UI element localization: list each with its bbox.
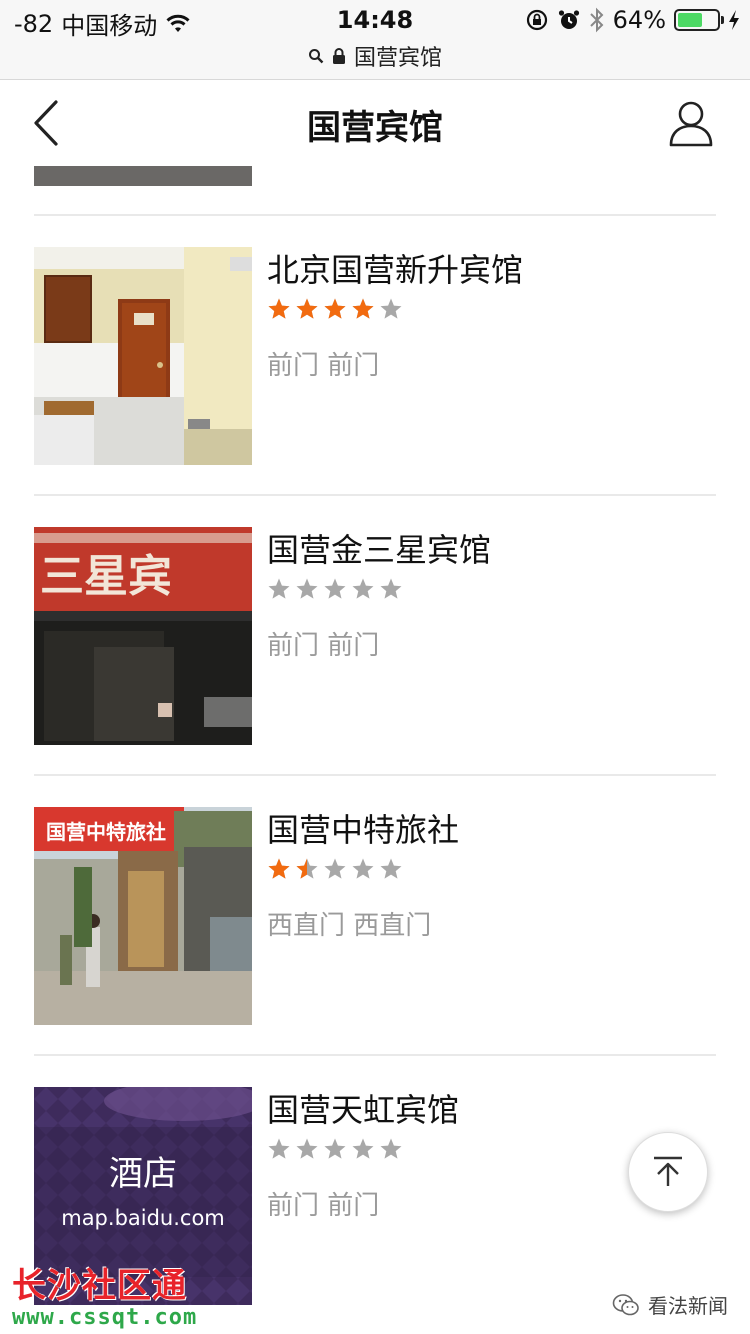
scroll-to-top-button[interactable]: [628, 1132, 708, 1212]
star-icon: [379, 577, 403, 601]
hotel-location: 前门 前门: [267, 1191, 380, 1221]
sign-text: 国营中特旅社: [46, 820, 166, 844]
orientation-lock-icon: [526, 9, 547, 31]
star-icon: [351, 297, 375, 321]
star-icon: [379, 857, 403, 881]
rating-stars: [267, 857, 403, 881]
star-icon: [379, 297, 403, 321]
star-icon: [267, 857, 291, 881]
charging-icon: [729, 10, 739, 30]
star-icon: [323, 1137, 347, 1161]
hotel-name[interactable]: 国营中特旅社: [267, 805, 459, 851]
star-icon: [295, 857, 319, 881]
rating-stars: [267, 577, 403, 601]
url-text: 国营宾馆: [353, 46, 442, 71]
divider: [34, 1054, 716, 1056]
thumb-title: 酒店: [109, 1154, 177, 1194]
star-icon: [267, 577, 291, 601]
alarm-icon: [558, 10, 579, 29]
star-icon: [295, 1137, 319, 1161]
star-icon: [295, 577, 319, 601]
sign-text: 三星宾: [40, 551, 172, 602]
battery-percent: 64%: [612, 6, 666, 34]
hotel-location: 西直门 西直门: [267, 911, 432, 941]
star-icon: [351, 1137, 375, 1161]
page-title: 国营宾馆: [307, 108, 443, 148]
bluetooth-icon: [589, 7, 604, 33]
star-icon: [351, 577, 375, 601]
hotel-thumbnail: [34, 247, 252, 465]
search-icon: [308, 49, 324, 64]
hotel-name[interactable]: 国营天虹宾馆: [267, 1085, 459, 1131]
address-bar[interactable]: 国营宾馆: [0, 40, 750, 72]
hotel-location: 前门 前门: [267, 631, 380, 661]
star-icon: [323, 297, 347, 321]
star-icon: [267, 1137, 291, 1161]
status-right: 64%: [525, 6, 740, 34]
hotel-thumbnail: 三星宾: [34, 527, 252, 745]
lock-icon: [332, 48, 345, 64]
watermark-left: 长沙社区通 www.cssqt.com: [12, 1258, 222, 1330]
rating-stars: [267, 1137, 403, 1161]
star-icon: [295, 297, 319, 321]
user-icon[interactable]: [668, 98, 714, 148]
divider: [34, 774, 716, 776]
watermark-url: www.cssqt.com: [12, 1305, 198, 1330]
hotel-list-item[interactable]: 三星宾 国营金三星宾馆 前门 前门: [34, 527, 716, 745]
star-icon: [323, 577, 347, 601]
rating-stars: [267, 297, 403, 321]
hotel-thumbnail: 国营中特旅社: [34, 807, 252, 1025]
star-icon: [379, 1137, 403, 1161]
watermark-title: 长沙社区通: [12, 1266, 187, 1306]
hotel-name[interactable]: 国营金三星宾馆: [267, 525, 491, 571]
nav-bar: 国营宾馆: [0, 80, 750, 166]
battery-icon: [674, 9, 724, 31]
watermark-text: 看法新闻: [648, 1294, 728, 1318]
star-icon: [323, 857, 347, 881]
wechat-icon: [612, 1293, 639, 1315]
watermark-right: 看法新闻: [612, 1290, 728, 1319]
divider: [34, 494, 716, 496]
status-bar: -82 中国移动 14:48 64% 国营宾馆: [0, 0, 750, 80]
hotel-name[interactable]: 北京国营新升宾馆: [267, 245, 523, 291]
hotel-list-item[interactable]: 国营中特旅社 国营中特旅社 西直门 西直门: [34, 807, 716, 1025]
scroll-to-top-icon: [654, 1156, 682, 1186]
thumb-url: map.baidu.com: [61, 1206, 225, 1230]
hotel-location: 前门 前门: [267, 351, 380, 381]
previous-item-thumbnail: [34, 166, 252, 186]
star-icon: [267, 297, 291, 321]
star-icon: [351, 857, 375, 881]
divider: [34, 214, 716, 216]
hotel-list-item[interactable]: 北京国营新升宾馆 前门 前门: [34, 247, 716, 465]
battery-level: [678, 13, 703, 27]
